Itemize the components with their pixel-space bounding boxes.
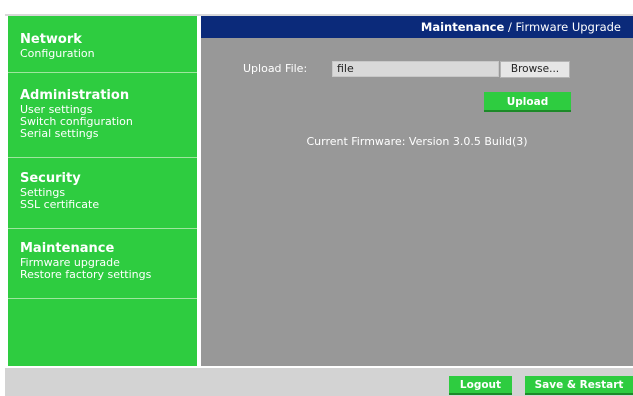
upload-file-label: Upload File: <box>243 62 308 75</box>
current-firmware-text: Current Firmware: Version 3.0.5 Build(3) <box>306 135 528 148</box>
footer-bar: Logout Save & Restart <box>5 368 633 396</box>
sidebar: Network Configuration Administration Use… <box>8 16 197 366</box>
sidebar-item-ssl-certificate[interactable]: SSL certificate <box>20 199 197 211</box>
sidebar-title-security[interactable]: Security <box>20 171 197 187</box>
sidebar-item-configuration[interactable]: Configuration <box>20 48 197 60</box>
logout-button[interactable]: Logout <box>449 376 512 395</box>
save-restart-button[interactable]: Save & Restart <box>525 376 633 395</box>
sidebar-title-maintenance[interactable]: Maintenance <box>20 241 197 257</box>
sidebar-item-serial-settings[interactable]: Serial settings <box>20 128 197 140</box>
sidebar-title-administration[interactable]: Administration <box>20 88 197 104</box>
main-panel: Maintenance / Firmware Upgrade Upload Fi… <box>201 16 633 366</box>
sidebar-item-restore-factory-settings[interactable]: Restore factory settings <box>20 269 197 281</box>
sidebar-title-network[interactable]: Network <box>20 32 197 48</box>
sidebar-section-maintenance: Maintenance Firmware upgrade Restore fac… <box>8 229 197 299</box>
sidebar-section-security: Security Settings SSL certificate <box>8 158 197 229</box>
breadcrumb-page: Firmware Upgrade <box>515 20 621 34</box>
breadcrumb-section: Maintenance <box>420 20 505 34</box>
sidebar-section-administration: Administration User settings Switch conf… <box>8 73 197 158</box>
upload-button[interactable]: Upload <box>484 92 571 112</box>
sidebar-section-network: Network Configuration <box>8 16 197 73</box>
breadcrumb: Maintenance / Firmware Upgrade <box>201 16 633 38</box>
browse-button[interactable]: Browse... <box>500 61 570 78</box>
upload-file-input[interactable]: file <box>332 61 499 77</box>
